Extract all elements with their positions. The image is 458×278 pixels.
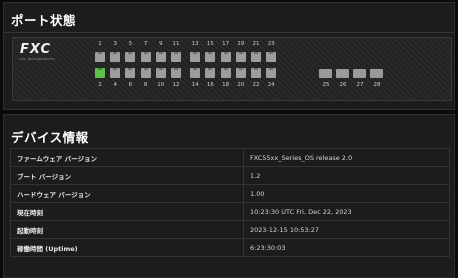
- port-label-bottom: 20: [237, 82, 245, 88]
- port-13[interactable]: [190, 52, 201, 62]
- port-label-top: 7: [143, 41, 148, 47]
- info-row: ハードウェア バージョン 1.00: [10, 184, 450, 203]
- port-9[interactable]: [155, 52, 166, 62]
- port-23[interactable]: [266, 52, 277, 62]
- port-label-bottom: 10: [157, 82, 165, 88]
- port-label-top: 1: [98, 41, 102, 47]
- sfp-port-label: 28: [373, 82, 381, 88]
- port-19[interactable]: [235, 52, 246, 62]
- port-status-panel: ポート状態 FXC FXC INCORPORATED 1 3 5 7 9 11 13 15 17…: [3, 2, 455, 110]
- port-22[interactable]: [251, 68, 261, 78]
- port-17[interactable]: [220, 52, 231, 62]
- port-label-top: 11: [172, 41, 180, 47]
- port-status-divider: [4, 32, 454, 33]
- port-15[interactable]: [205, 52, 216, 62]
- info-key: ファームウェア バージョン: [10, 148, 244, 167]
- sfp-port-label: 26: [339, 82, 347, 88]
- port-20[interactable]: [235, 68, 246, 78]
- port-label-bottom: 4: [113, 82, 117, 88]
- info-key: 稼働時間 (Uptime): [10, 238, 244, 257]
- info-key: 現在時刻: [10, 202, 244, 221]
- port-label-top: 19: [237, 41, 245, 47]
- port-24[interactable]: [266, 68, 277, 78]
- port-label-bottom: 18: [222, 82, 230, 88]
- port-6[interactable]: [125, 68, 136, 78]
- info-value: 6:23:30:03: [243, 238, 450, 257]
- info-row: ファームウェア バージョン FXC55xx_Series_OS release 2…: [10, 148, 450, 167]
- switch-faceplate: FXC FXC INCORPORATED 1 3 5 7 9 11 13 15 17 19 21 23…: [12, 37, 452, 101]
- fxc-logo: FXC FXC INCORPORATED: [20, 42, 60, 61]
- port-label-top: 9: [159, 41, 163, 47]
- port-label-bottom: 14: [191, 82, 199, 88]
- device-info-table: ファームウェア バージョン FXC55xx_Series_OS release 2…: [10, 148, 450, 257]
- port-4[interactable]: [110, 68, 121, 78]
- logo-text: FXC: [20, 42, 51, 57]
- sfp-port-26[interactable]: [336, 69, 349, 78]
- port-3[interactable]: [110, 52, 121, 62]
- port-status-title: ポート状態: [11, 13, 77, 28]
- port-label-top: 13: [191, 41, 199, 47]
- port-label-top: 5: [128, 41, 133, 47]
- port-5[interactable]: [125, 52, 136, 62]
- port-11[interactable]: [171, 52, 181, 62]
- port-label-bottom: 12: [172, 82, 180, 88]
- sfp-port-label: 27: [356, 82, 364, 88]
- info-key: 起動時刻: [10, 220, 244, 239]
- port-7[interactable]: [140, 52, 151, 62]
- info-key: ブート バージョン: [10, 166, 244, 185]
- port-10[interactable]: [155, 68, 166, 78]
- port-label-top: 15: [206, 41, 214, 47]
- info-row: 起動時刻 2023-12-15 10:53:27: [10, 220, 450, 239]
- port-2[interactable]: [95, 68, 105, 78]
- logo-subtext: FXC INCORPORATED: [20, 57, 56, 61]
- sfp-port-28[interactable]: [370, 69, 383, 78]
- port-label-top: 21: [252, 41, 260, 47]
- port-1[interactable]: [95, 52, 105, 62]
- port-label-top: 17: [222, 41, 230, 47]
- port-21[interactable]: [251, 52, 261, 62]
- info-value: FXC55xx_Series_OS release 2.0: [243, 148, 450, 167]
- info-row: ブート バージョン 1.2: [10, 166, 450, 185]
- port-8[interactable]: [140, 68, 151, 78]
- port-label-bottom: 2: [98, 82, 102, 88]
- sfp-port-25[interactable]: [319, 69, 332, 78]
- info-value: 10:23:30 UTC Fri, Dec 22, 2023: [243, 202, 450, 221]
- port-label-top: 23: [267, 41, 275, 47]
- port-label-bottom: 16: [206, 82, 214, 88]
- device-info-panel: デバイス情報 ファームウェア バージョン FXC55xx_Series_OS re…: [3, 114, 455, 278]
- port-12[interactable]: [171, 68, 181, 78]
- info-key: ハードウェア バージョン: [10, 184, 244, 203]
- info-row: 現在時刻 10:23:30 UTC Fri, Dec 22, 2023: [10, 202, 450, 221]
- sfp-port-label: 25: [322, 82, 330, 88]
- info-row: 稼働時間 (Uptime) 6:23:30:03: [10, 238, 450, 257]
- port-label-top: 3: [113, 41, 117, 47]
- info-value: 1.2: [243, 166, 450, 185]
- port-label-bottom: 8: [143, 82, 148, 88]
- info-value: 2023-12-15 10:53:27: [243, 220, 450, 239]
- port-14[interactable]: [190, 68, 201, 78]
- info-value: 1.00: [243, 184, 450, 203]
- device-info-title: デバイス情報: [11, 130, 89, 145]
- port-label-bottom: 24: [267, 82, 275, 88]
- port-18[interactable]: [220, 68, 231, 78]
- port-label-bottom: 6: [128, 82, 133, 88]
- port-16[interactable]: [205, 68, 216, 78]
- port-label-bottom: 22: [252, 82, 260, 88]
- sfp-port-27[interactable]: [353, 69, 366, 78]
